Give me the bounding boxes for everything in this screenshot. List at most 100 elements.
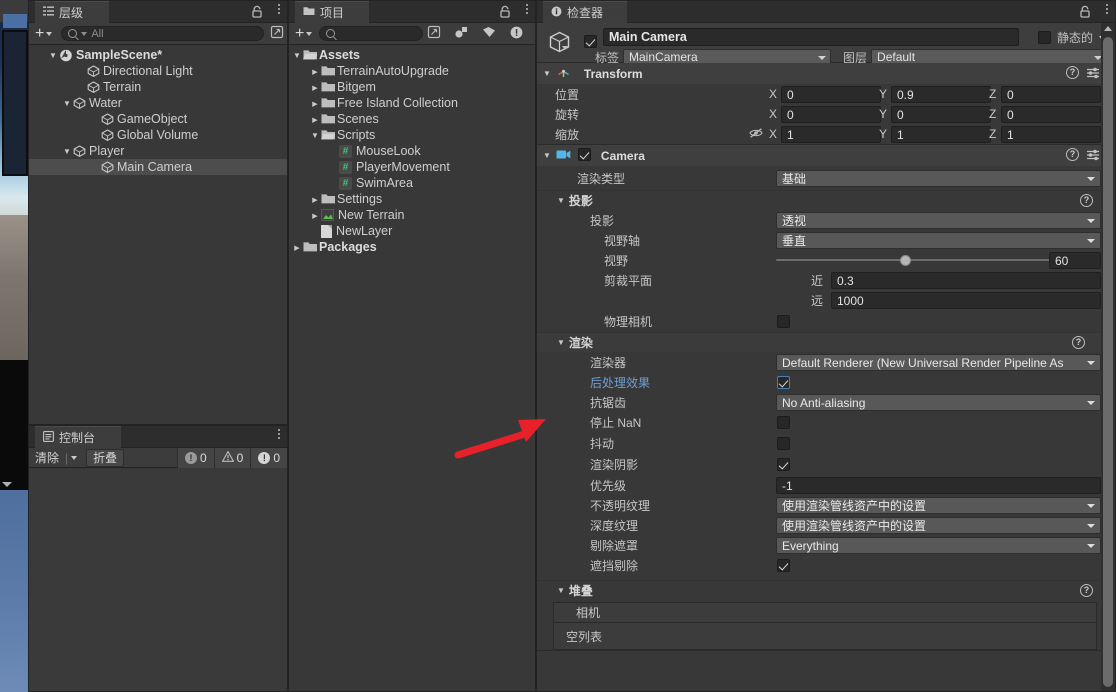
tab-hierarchy[interactable]: 层级 — [35, 1, 109, 23]
tree-item[interactable]: Water — [29, 95, 287, 111]
chevron-down-icon[interactable] — [61, 99, 73, 108]
antialiasing-dropdown[interactable]: No Anti-aliasing — [776, 393, 1101, 411]
tree-item[interactable]: # SwimArea — [289, 175, 535, 191]
foldout-open-icon[interactable]: ▼ — [543, 69, 551, 78]
transform-header[interactable]: ▼ Transform ? — [537, 63, 1115, 84]
transform-field-z[interactable]: 1 — [1001, 125, 1101, 143]
hierarchy-search-expand-icon[interactable] — [270, 25, 284, 42]
tree-item[interactable]: # MouseLook — [289, 143, 535, 159]
console-log-list[interactable] — [29, 469, 287, 691]
inspector-scrollbar-thumb[interactable] — [1103, 37, 1113, 687]
stop-nan-checkbox[interactable] — [777, 416, 790, 429]
help-icon[interactable]: ? — [1080, 194, 1093, 207]
render-shadows-checkbox[interactable] — [777, 458, 790, 471]
depth-texture-dropdown[interactable]: 使用渲染管线资产中的设置 — [776, 516, 1101, 534]
tree-item[interactable]: Settings — [289, 191, 535, 207]
tree-item[interactable]: Terrain — [29, 79, 287, 95]
console-error-counter[interactable]: ! 0 — [250, 447, 287, 468]
post-processing-checkbox[interactable] — [777, 375, 790, 389]
priority-field[interactable]: -1 — [776, 476, 1101, 494]
rendering-section-header[interactable]: ▼ 渲染 ? — [537, 332, 1115, 352]
tree-item[interactable]: Scenes — [289, 111, 535, 127]
scale-link-icon[interactable] — [749, 127, 763, 142]
tree-item[interactable]: Free Island Collection — [289, 95, 535, 111]
filter-by-type-icon[interactable] — [449, 25, 473, 42]
console-warning-counter[interactable]: 0 — [213, 447, 251, 468]
chevron-right-icon[interactable] — [309, 99, 321, 108]
inspector-menu-icon[interactable] — [1106, 4, 1108, 14]
fov-axis-dropdown[interactable]: 垂直 — [776, 231, 1101, 249]
tree-item[interactable]: Directional Light — [29, 63, 287, 79]
tree-item[interactable]: # PlayerMovement — [289, 159, 535, 175]
tree-item[interactable]: Assets — [289, 47, 535, 63]
chevron-right-icon[interactable] — [309, 83, 321, 92]
console-menu-icon[interactable] — [278, 429, 280, 439]
chevron-right-icon[interactable] — [309, 115, 321, 124]
scroll-up-icon[interactable] — [1104, 26, 1112, 31]
lock-icon[interactable] — [251, 5, 263, 18]
gameobject-icon-dropdown[interactable] — [562, 46, 568, 64]
tab-inspector[interactable]: 检查器 — [543, 1, 627, 23]
camera-stack-list[interactable]: 相机 空列表 — [553, 602, 1097, 650]
inspector-scrollbar[interactable] — [1101, 23, 1115, 691]
hierarchy-search-input[interactable]: All — [61, 26, 264, 41]
gameobject-name-field[interactable]: Main Camera — [603, 28, 1019, 46]
project-search-expand-icon[interactable] — [427, 25, 441, 42]
projection-section-header[interactable]: ▼ 投影 ? — [537, 190, 1115, 210]
console-clear-button[interactable]: 清除 — [29, 449, 65, 467]
hierarchy-menu-icon[interactable] — [278, 4, 280, 14]
tree-item[interactable]: Bitgem — [289, 79, 535, 95]
chevron-right-icon[interactable] — [309, 195, 321, 204]
opaque-texture-dropdown[interactable]: 使用渲染管线资产中的设置 — [776, 496, 1101, 514]
camera-header[interactable]: ▼ Camera ? — [537, 145, 1115, 166]
chevron-right-icon[interactable] — [309, 67, 321, 76]
stack-section-header[interactable]: ▼ 堆叠 ? — [537, 580, 1115, 600]
transform-field-y[interactable]: 1 — [891, 125, 991, 143]
preset-icon[interactable] — [1086, 67, 1100, 79]
tab-console[interactable]: 控制台 — [35, 426, 121, 448]
lock-icon[interactable] — [1079, 5, 1091, 18]
tree-item[interactable]: SampleScene* — [29, 47, 287, 63]
console-log-counter[interactable]: ! 0 — [176, 447, 214, 468]
help-icon[interactable]: ? — [1066, 148, 1079, 161]
preset-icon[interactable] — [1086, 149, 1100, 161]
fov-value-field[interactable]: 60 — [1049, 251, 1101, 269]
hierarchy-create-button[interactable]: + — [32, 25, 55, 43]
chevron-down-icon[interactable] — [61, 147, 73, 156]
static-checkbox[interactable] — [1037, 31, 1051, 44]
camera-enabled-checkbox[interactable] — [577, 147, 591, 164]
transform-field-y[interactable]: 0.9 — [891, 85, 991, 103]
console-collapse-button[interactable]: 折叠 — [86, 448, 125, 467]
near-field[interactable]: 0.3 — [831, 271, 1101, 289]
tab-project[interactable]: 项目 — [295, 1, 369, 23]
tree-item[interactable]: Global Volume — [29, 127, 287, 143]
renderer-dropdown[interactable]: Default Renderer (New Universal Render P… — [776, 353, 1101, 371]
tree-item[interactable]: TerrainAutoUpgrade — [289, 63, 535, 79]
lock-icon[interactable] — [499, 5, 511, 18]
foldout-open-icon[interactable]: ▼ — [543, 151, 551, 160]
chevron-down-icon[interactable] — [309, 131, 321, 140]
tree-item[interactable]: Main Camera — [29, 159, 287, 175]
chevron-down-icon[interactable] — [47, 51, 59, 60]
tree-item[interactable]: GameObject — [29, 111, 287, 127]
tree-item[interactable]: Packages — [289, 239, 535, 255]
transform-field-x[interactable]: 0 — [781, 105, 881, 123]
physical-camera-checkbox[interactable] — [777, 314, 790, 328]
filter-by-label-icon[interactable] — [477, 26, 501, 41]
project-search-input[interactable] — [319, 26, 424, 41]
tree-item[interactable]: Scripts — [289, 127, 535, 143]
tree-item[interactable]: NewLayer — [289, 223, 535, 239]
chevron-right-icon[interactable] — [291, 243, 303, 252]
help-icon[interactable]: ? — [1066, 66, 1079, 79]
transform-field-x[interactable]: 1 — [781, 125, 881, 143]
far-field[interactable]: 1000 — [831, 291, 1101, 309]
help-icon[interactable]: ? — [1072, 336, 1085, 349]
projection-dropdown[interactable]: 透视 — [776, 211, 1101, 229]
tree-item[interactable]: Player — [29, 143, 287, 159]
culling-mask-dropdown[interactable]: Everything — [776, 536, 1101, 554]
transform-field-z[interactable]: 0 — [1001, 85, 1101, 103]
filter-alert-icon[interactable] — [505, 26, 528, 42]
occlusion-culling-checkbox[interactable] — [777, 559, 790, 572]
transform-field-y[interactable]: 0 — [891, 105, 991, 123]
console-clear-dropdown[interactable] — [68, 449, 83, 467]
